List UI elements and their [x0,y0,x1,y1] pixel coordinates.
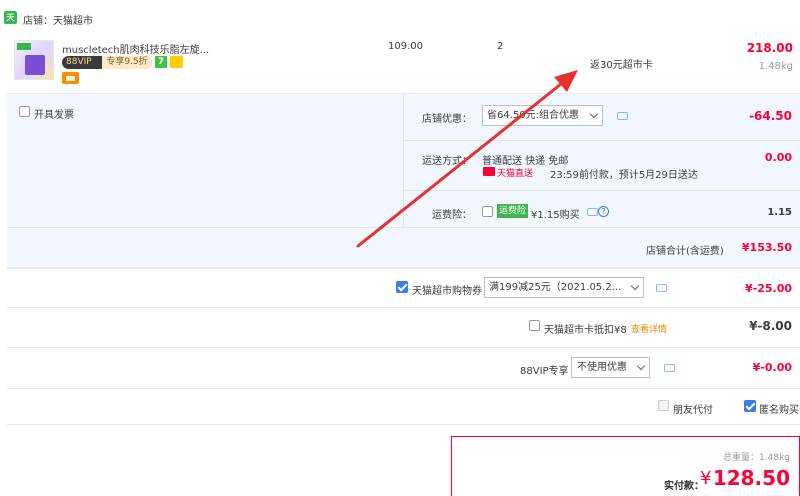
invoice-checkbox[interactable] [19,106,30,117]
store-discount-label: 店铺优惠： [422,114,472,125]
coupon-value: 满199减25元（2021.05.2... [489,282,622,293]
supermarket-card-label[interactable]: 天猫超市卡抵扣¥8 [544,321,627,336]
delivery-note: 23:59前付款，预计5月29日送达 [550,170,698,181]
shipping-method: 普通配送 快递 免邮 [482,156,569,167]
panel-divider [403,94,404,227]
insurance-amount: 1.15 [767,207,792,218]
anonymous-checkbox[interactable] [744,400,756,412]
rebate-note: 返30元超市卡 [590,60,653,71]
divider [7,424,800,425]
tmall-direct-icon [483,167,495,176]
store-header [0,0,800,36]
card-details-link[interactable]: 查看详情 [631,322,667,335]
vip-discount-badge: 88VIP 专享9.5折 [62,56,152,69]
chat-icon[interactable] [664,364,675,372]
card-icon [62,72,79,84]
chevron-down-icon [589,109,599,119]
store-name[interactable]: 店铺：天猫超市 [23,12,93,27]
coupon-checkbox[interactable] [396,281,408,293]
chat-icon[interactable] [656,284,667,292]
help-icon[interactable]: ? [598,206,609,217]
store-total-label: 店铺合计(含运费) [646,246,724,257]
coupon-amount: ¥-25.00 [744,282,792,295]
vip-value: 不使用优惠 [577,362,627,373]
chat-icon[interactable] [587,208,598,216]
currency-symbol: ¥ [700,468,712,489]
vip-badge-label: 88VIP [66,57,92,67]
tmall-direct-label: 天猫直送 [497,169,534,179]
divider [7,307,800,308]
quantity: 2 [497,41,504,52]
actual-pay-amount: 128.50 [712,466,790,490]
friend-pay-label[interactable]: 朋友代付 [673,401,713,416]
coupon-select[interactable]: 满199减25元（2021.05.2... [484,277,644,298]
unit-price: 109.00 [388,41,423,52]
divider [404,190,800,191]
product-title[interactable]: muscletech肌肉科技乐脂左旋... [62,41,212,56]
store-discount-value: 省64.50元:组合优惠 [487,110,579,121]
chevron-down-icon [630,281,640,291]
insurance-badge: 运费险 [497,204,529,218]
total-weight: 总重量：1.48kg [723,453,790,463]
divider [7,347,800,348]
divider [7,268,800,269]
coupon-label[interactable]: 天猫超市购物券 [412,282,482,297]
card-amount: ¥-8.00 [749,319,792,333]
store-discount-select[interactable]: 省64.50元:组合优惠 [482,105,603,126]
vip-label: 88VIP专享 [520,366,569,377]
friend-pay-checkbox[interactable] [658,400,669,411]
anonymous-label[interactable]: 匿名购买 [759,401,799,416]
tmall-store-icon: 天猫 [4,11,17,35]
divider [7,388,800,389]
insurance-price: ¥1.15购买 [531,210,580,221]
vip-discount-label: 专享9.5折 [102,56,152,69]
gift-icon [170,56,183,68]
supermarket-card-checkbox[interactable] [529,320,540,331]
vip-select[interactable]: 不使用优惠 [571,357,650,378]
seven-day-return-icon: 7 [155,56,167,68]
chevron-down-icon [636,361,646,371]
vip-amount: ¥-0.00 [752,361,792,374]
store-discount-amount: -64.50 [749,109,792,123]
shipping-insurance-label: 运费险： [432,210,472,221]
item-weight: 1.48kg [758,61,793,72]
product-thumbnail[interactable] [14,40,54,80]
item-subtotal: 218.00 [746,41,793,55]
divider [7,227,800,228]
shipping-insurance-checkbox[interactable] [482,206,493,217]
shipping-label: 运送方式： [422,156,472,167]
actual-pay-label: 实付款： [664,481,704,492]
chat-icon[interactable] [617,112,628,120]
shipping-amount: 0.00 [764,151,792,164]
store-total-amount: ¥153.50 [741,241,792,254]
divider [404,140,800,141]
invoice-label[interactable]: 开具发票 [34,106,74,121]
